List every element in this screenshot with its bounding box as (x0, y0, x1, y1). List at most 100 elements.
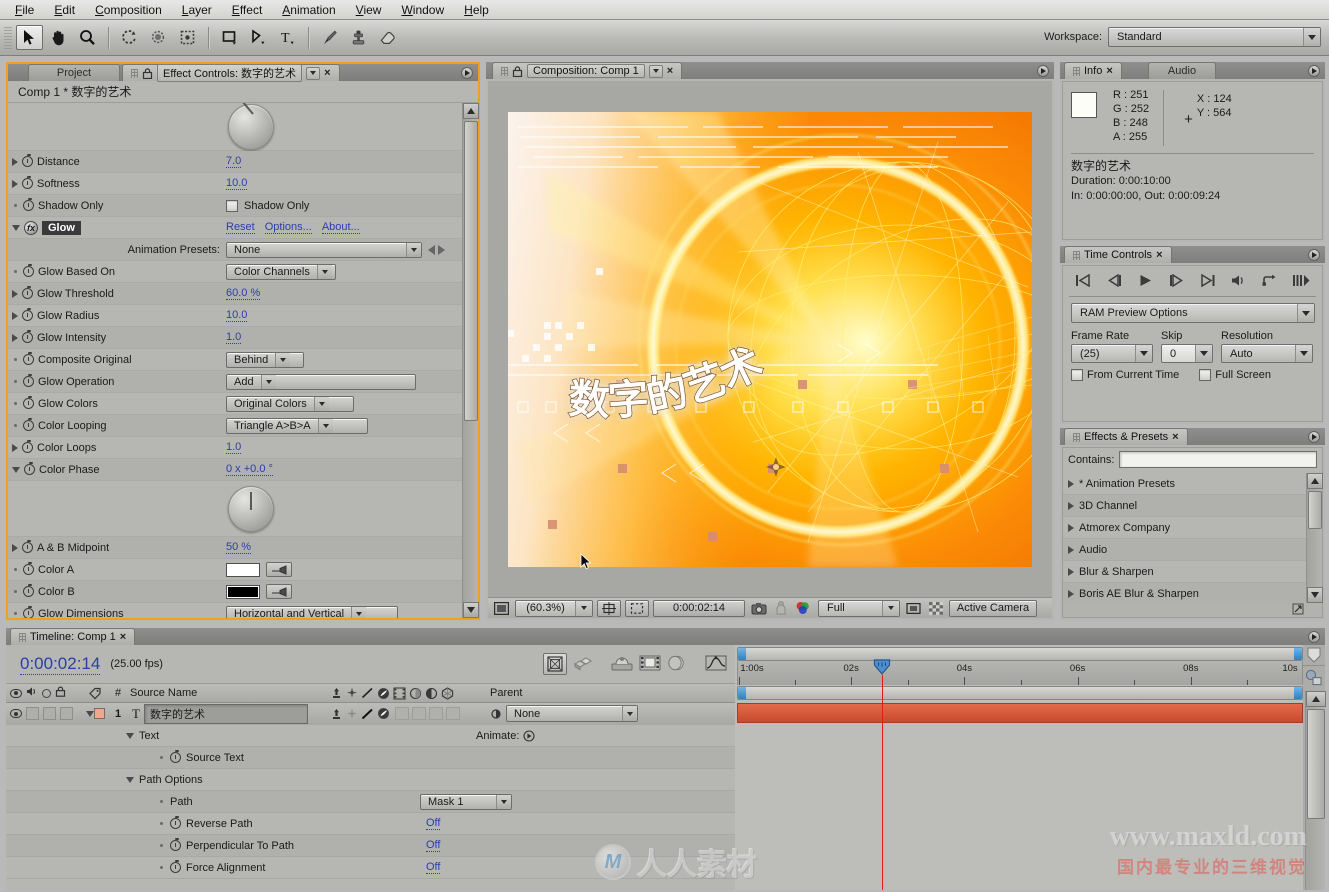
disclosure-triangle-icon[interactable] (1068, 545, 1074, 554)
timeline-property-path-options[interactable]: Path Options (6, 769, 735, 791)
title-safe-icon[interactable] (625, 599, 649, 617)
menu-item-layer[interactable]: Layer (173, 1, 221, 19)
previous-preset-icon[interactable] (428, 244, 435, 255)
checkbox-icon[interactable] (1199, 369, 1212, 381)
contains-input[interactable] (1119, 451, 1317, 468)
frame-blend-toggle[interactable] (395, 707, 409, 720)
stopwatch-icon[interactable] (23, 264, 34, 277)
parent-dropdown[interactable]: None (506, 705, 638, 722)
disclosure-triangle-icon[interactable] (12, 311, 18, 320)
panel-menu-button[interactable] (1307, 430, 1321, 444)
scrollbar-thumb[interactable] (1308, 491, 1322, 529)
close-icon[interactable]: × (1156, 249, 1162, 261)
chevron-down-icon[interactable] (648, 64, 663, 78)
stopwatch-icon[interactable] (23, 418, 34, 431)
timeline-property-reverse-path[interactable]: Reverse Path Off (6, 813, 735, 835)
lock-toggle-icon[interactable] (55, 686, 66, 700)
menu-item-edit[interactable]: Edit (45, 1, 84, 19)
effect-icon[interactable]: fx (24, 220, 38, 235)
close-icon[interactable]: × (1106, 65, 1112, 77)
always-preview-icon[interactable] (492, 600, 511, 617)
transparency-grid-icon[interactable] (927, 600, 945, 617)
chevron-down-icon[interactable] (351, 606, 367, 618)
ram-preview-options-dropdown[interactable]: RAM Preview Options (1071, 303, 1315, 323)
scroll-up-button[interactable] (463, 103, 479, 119)
disclosure-triangle-open-icon[interactable] (12, 224, 20, 231)
panel-menu-button[interactable] (460, 66, 474, 80)
ram-preview-icon[interactable] (1292, 274, 1310, 290)
preview-resolution-dropdown[interactable]: Auto (1221, 344, 1313, 363)
work-area-bottom-bar[interactable] (737, 686, 1303, 700)
tab-effect-controls[interactable]: Effect Controls: 数字的艺术 × (122, 64, 340, 82)
close-icon[interactable]: × (120, 631, 126, 643)
work-area-start-handle[interactable] (738, 687, 746, 699)
stopwatch-icon[interactable] (22, 176, 33, 189)
effects-preset-item-3d-channel[interactable]: 3D Channel (1063, 495, 1306, 517)
frame-rate-dropdown[interactable]: (25) (1071, 344, 1153, 363)
timeline-property-force-alignment[interactable]: Force Alignment Off (6, 857, 735, 879)
tab-effects-presets[interactable]: Effects & Presets × (1064, 428, 1188, 445)
comp-flowchart-icon[interactable] (1303, 665, 1325, 689)
animation-presets-dropdown[interactable]: None (226, 241, 422, 258)
effects-presets-list[interactable]: * Animation Presets 3D Channel Atmorex Com… (1063, 473, 1306, 603)
skip-dropdown[interactable]: 0 (1161, 344, 1213, 363)
disclosure-triangle-open-icon[interactable] (126, 732, 134, 739)
orbit-camera-tool[interactable] (145, 25, 172, 50)
shy-icon[interactable] (667, 655, 687, 674)
stopwatch-icon[interactable] (23, 374, 34, 387)
previous-frame-icon[interactable] (1106, 273, 1123, 290)
chevron-down-icon[interactable] (1195, 345, 1212, 362)
eyedropper-icon[interactable] (266, 562, 292, 577)
reset-link[interactable]: Reset (226, 221, 255, 234)
stopwatch-icon[interactable] (22, 330, 33, 343)
shape-tool[interactable] (216, 25, 243, 50)
next-preset-icon[interactable] (438, 244, 445, 255)
glow-intensity-value[interactable]: 1.0 (226, 331, 242, 344)
layer-name[interactable]: 数字的艺术 (143, 703, 308, 724)
stopwatch-icon[interactable] (23, 352, 34, 365)
disclosure-triangle-open-icon[interactable] (126, 776, 134, 783)
stopwatch-icon[interactable] (170, 816, 181, 829)
stopwatch-icon[interactable] (22, 440, 33, 453)
disclosure-triangle-icon[interactable] (12, 157, 18, 166)
color-a-swatch[interactable] (226, 562, 260, 577)
pan-behind-tool[interactable] (174, 25, 201, 50)
stopwatch-icon[interactable] (170, 838, 181, 851)
chevron-down-icon[interactable] (316, 264, 332, 279)
color-loops-value[interactable]: 1.0 (226, 441, 242, 454)
last-frame-icon[interactable] (1199, 273, 1216, 290)
audio-icon[interactable] (1230, 274, 1247, 290)
pen-tool[interactable] (245, 25, 272, 50)
rotation-tool[interactable] (116, 25, 143, 50)
time-ruler[interactable]: 1:00s 02s 04s 06s 08s 10s (735, 645, 1325, 703)
stopwatch-icon[interactable] (23, 562, 34, 575)
layer-label-color[interactable] (93, 708, 105, 719)
first-frame-icon[interactable] (1075, 273, 1092, 290)
effect-controls-scrollbar[interactable] (462, 103, 479, 618)
timeline-property-source-text[interactable]: Source Text (6, 747, 735, 769)
a-b-midpoint-value[interactable]: 50 % (226, 541, 252, 554)
disclosure-triangle-open-icon[interactable] (12, 466, 20, 473)
perpendicular-to-path-value[interactable]: Off (426, 839, 441, 852)
stopwatch-icon[interactable] (170, 750, 181, 763)
timeline-property-perpendicular-to-path[interactable]: Perpendicular To Path Off (6, 835, 735, 857)
panel-menu-button[interactable] (1307, 64, 1321, 78)
disclosure-triangle-icon[interactable] (1068, 589, 1074, 598)
chevron-down-icon[interactable] (882, 600, 899, 616)
snapshot-icon[interactable] (749, 600, 769, 617)
menu-item-animation[interactable]: Animation (273, 1, 344, 19)
current-time-indicator[interactable] (873, 659, 890, 675)
graph-editor-icon[interactable] (705, 655, 727, 674)
reverse-path-value[interactable]: Off (426, 817, 441, 830)
selection-tool[interactable] (16, 25, 43, 50)
composite-original-dropdown[interactable]: Behind (226, 351, 304, 368)
stopwatch-icon[interactable] (24, 462, 35, 475)
color-phase-value[interactable]: 0 x +0.0 ° (226, 463, 273, 476)
ruler-ticks[interactable]: 1:00s 02s 04s 06s 08s 10s (737, 661, 1305, 685)
angle-dial[interactable] (228, 103, 274, 150)
checkbox-icon[interactable] (1071, 369, 1083, 381)
stopwatch-icon[interactable] (22, 154, 33, 167)
layer-lock-toggle[interactable] (60, 707, 73, 720)
scroll-up-button[interactable] (1306, 691, 1326, 707)
tab-grip-icon[interactable] (501, 66, 508, 76)
